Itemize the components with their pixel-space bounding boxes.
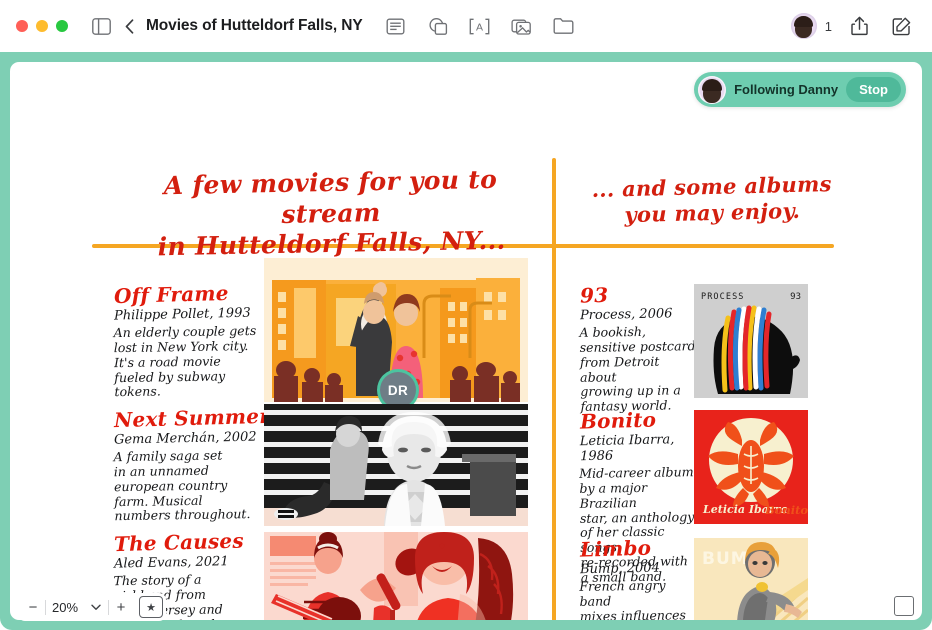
document-title: Movies of Hutteldorf Falls, NY: [146, 17, 363, 34]
movie-description: An elderly couple gets lost in New York …: [113, 322, 257, 400]
album-art-bonito: Leticia Ibarra Bonito: [694, 410, 808, 524]
album-credit: Process, 2006: [579, 306, 673, 324]
album-cover-93[interactable]: PROCESS 93: [694, 284, 808, 398]
minimize-button[interactable]: [36, 20, 48, 32]
album-cover-limbo[interactable]: BUMP LIMBO: [694, 538, 808, 620]
sidebar-toggle-icon[interactable]: [86, 11, 116, 41]
album-description: A bookish, sensitive postcard from Detro…: [579, 323, 696, 415]
toolbar-right: 1: [790, 11, 916, 41]
shapes-icon[interactable]: [423, 11, 453, 41]
movie-title: The Causes: [113, 528, 245, 557]
album-art-93: PROCESS 93: [694, 284, 808, 398]
movie-description: A family saga set in an unnamed european…: [113, 447, 251, 524]
close-button[interactable]: [16, 20, 28, 32]
album-credit: Leticia Ibarra, 1986: [579, 432, 675, 465]
divider-vertical: [552, 158, 556, 620]
movie-thumbnail-next-summer[interactable]: [264, 404, 528, 526]
back-button[interactable]: [118, 12, 140, 40]
album-description: French angry band mixes influences in th…: [579, 577, 687, 620]
text-note-icon[interactable]: [381, 11, 411, 41]
album-credit: Bump, 2004: [579, 560, 661, 578]
maximize-button[interactable]: [56, 20, 68, 32]
text-box-icon[interactable]: A: [465, 11, 495, 41]
zoom-level-value[interactable]: 20%: [46, 600, 84, 615]
media-icon[interactable]: [507, 11, 537, 41]
board-canvas[interactable]: A few movies for you to stream in Huttel…: [10, 62, 922, 620]
heading-movies: A few movies for you to stream in Huttel…: [115, 164, 547, 264]
window-controls[interactable]: [16, 20, 68, 32]
album-record-text: Bonito: [764, 503, 808, 517]
zoom-dropdown-icon[interactable]: [84, 595, 108, 619]
zoom-controls[interactable]: − 20% + ★: [18, 593, 167, 621]
canvas-background: A few movies for you to stream in Huttel…: [0, 52, 932, 630]
compose-icon[interactable]: [886, 11, 916, 41]
illustration-band: [264, 532, 528, 620]
movie-credit: Gema Merchán, 2002: [113, 429, 257, 448]
heading-albums: ... and some albums you may enjoy.: [575, 171, 848, 230]
zoom-in-button[interactable]: +: [109, 595, 133, 619]
movie-credit: Aled Evans, 2021: [113, 554, 229, 572]
heading-movies-line1: A few movies for you to stream: [163, 164, 498, 229]
illustration-shutters-women: [264, 404, 528, 526]
album-record-text: 93: [790, 292, 801, 302]
following-label: Following Danny: [734, 82, 839, 97]
following-pill[interactable]: Following Danny Stop: [694, 72, 906, 107]
album-entry-93[interactable]: 93 Process, 2006 A bookish, sensitive po…: [579, 282, 698, 415]
album-cover-bonito[interactable]: Leticia Ibarra Bonito: [694, 410, 808, 524]
movie-title: Next Summer: [113, 403, 271, 433]
avatar[interactable]: [790, 13, 817, 39]
svg-text:A: A: [476, 21, 483, 33]
share-icon[interactable]: [844, 11, 874, 41]
stop-following-button[interactable]: Stop: [846, 77, 901, 102]
collaborator-cursor-badge: DR: [380, 372, 416, 408]
zoom-out-button[interactable]: −: [21, 595, 45, 619]
album-title: Bonito: [579, 407, 657, 434]
app-window: Movies of Hutteldorf Falls, NY A 1 A few…: [0, 0, 932, 630]
avatar-hair: [794, 16, 814, 27]
movie-credit: Philippe Pollet, 1993: [113, 305, 251, 324]
album-entry-limbo[interactable]: Limbo Bump, 2004 French angry band mixes…: [579, 535, 698, 620]
album-art-limbo: BUMP LIMBO: [694, 538, 808, 620]
title-bar: Movies of Hutteldorf Falls, NY A 1: [0, 0, 932, 52]
movie-entry-off-frame[interactable]: Off Frame Philippe Pollet, 1993 An elder…: [113, 280, 264, 400]
movie-entry-next-summer[interactable]: Next Summer Gema Merchán, 2002 A family …: [113, 403, 271, 524]
zoom-to-fit-button[interactable]: ★: [139, 596, 164, 618]
album-title: Limbo: [579, 535, 652, 562]
collaborator-count: 1: [824, 18, 832, 34]
album-title: 93: [579, 282, 609, 308]
following-avatar: [698, 75, 727, 104]
album-band-text: PROCESS: [701, 292, 745, 302]
window-resize-handle[interactable]: [894, 596, 914, 616]
movie-title: Off Frame: [113, 280, 229, 309]
toolbar-tools: A: [381, 11, 579, 41]
folder-icon[interactable]: [549, 11, 579, 41]
movie-thumbnail-the-causes[interactable]: [264, 532, 528, 620]
